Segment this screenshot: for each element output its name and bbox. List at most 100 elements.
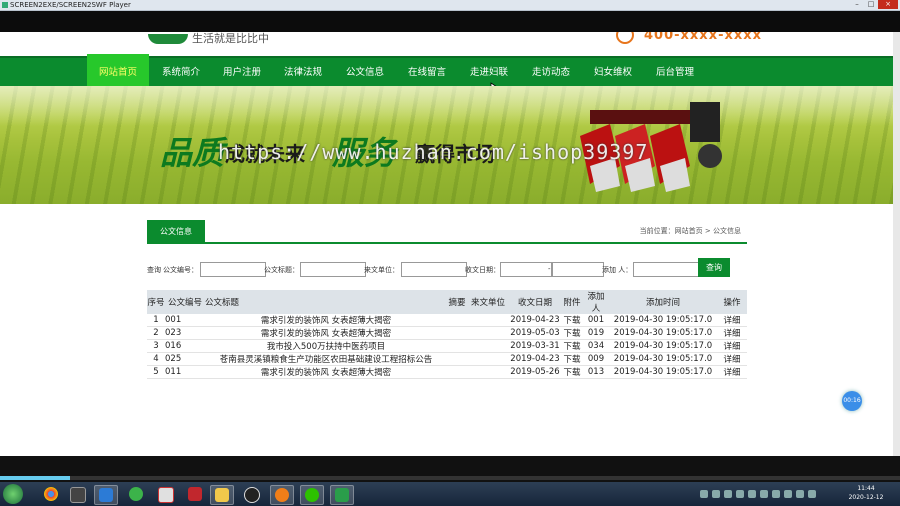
- search-form-label: 查询: [147, 266, 161, 274]
- tray-icon[interactable]: [760, 490, 768, 498]
- section-tab[interactable]: 公文信息: [147, 220, 205, 242]
- receive-date-to-input[interactable]: [552, 262, 604, 277]
- ppt-icon[interactable]: [154, 485, 176, 503]
- web-page: 生活就是比比中 400-xxxx-xxxx 网站首页 系统简介 用户注册 法律法…: [0, 32, 893, 456]
- phone-number: 400-xxxx-xxxx: [644, 32, 763, 43]
- app-icon: [2, 2, 8, 8]
- page-scrollbar[interactable]: [893, 32, 900, 456]
- row-index: 4: [147, 352, 165, 366]
- tray-icon[interactable]: [772, 490, 780, 498]
- row-download-link[interactable]: 下载: [561, 352, 583, 366]
- documents-table: 序号 公文编号 公文标题 摘要 来文单位 收文日期 附件 添加 人 添加时间 操…: [147, 290, 747, 379]
- site-header: 生活就是比比中 400-xxxx-xxxx: [0, 32, 893, 56]
- folder-icon[interactable]: [210, 485, 234, 505]
- table-row: 5 011 需求引发的装饰风 女表超薄大揭密 2019-05-26 下载 013…: [147, 365, 747, 379]
- nav-item-intro[interactable]: 系统简介: [152, 58, 210, 88]
- row-index: 1: [147, 314, 165, 327]
- tray-icon[interactable]: [796, 490, 804, 498]
- row-date: 2019-04-23: [509, 314, 561, 327]
- row-adder: 009: [583, 352, 609, 366]
- row-download-link[interactable]: 下载: [561, 326, 583, 340]
- row-doc-number: 023: [165, 326, 205, 340]
- table-row: 3 016 我市投入500万扶持中医药项目 2019-03-31 下载 034 …: [147, 339, 747, 353]
- nav-item-home[interactable]: 网站首页: [87, 54, 149, 88]
- wechat-icon[interactable]: [300, 485, 324, 505]
- row-summary: [447, 339, 467, 353]
- row-adder: 019: [583, 326, 609, 340]
- nav-item-register[interactable]: 用户注册: [213, 58, 271, 88]
- logo-icon: [148, 34, 188, 44]
- tray-icon[interactable]: [724, 490, 732, 498]
- system-tray: [700, 486, 830, 502]
- tray-icon[interactable]: [748, 490, 756, 498]
- table-row: 2 023 需求引发的装饰风 女表超薄大揭密 2019-05-03 下载 019…: [147, 326, 747, 340]
- doc-number-label: 公文编号：: [163, 266, 198, 274]
- row-detail-link[interactable]: 详细: [717, 339, 747, 353]
- row-doc-number: 025: [165, 352, 205, 366]
- breadcrumb: 当前位置：网站首页 > 公文信息: [639, 227, 741, 235]
- nav-item-rights[interactable]: 妇女维权: [584, 58, 642, 88]
- row-download-link[interactable]: 下载: [561, 339, 583, 353]
- row-summary: [447, 326, 467, 340]
- row-summary: [447, 352, 467, 366]
- nav-item-messages[interactable]: 在线留言: [398, 58, 456, 88]
- row-detail-link[interactable]: 详细: [717, 326, 747, 340]
- player-icon[interactable]: [330, 485, 354, 505]
- nav-item-documents[interactable]: 公文信息: [336, 58, 394, 88]
- row-add-time: 2019-04-30 19:05:17.0: [609, 352, 717, 366]
- row-doc-number: 001: [165, 314, 205, 327]
- col-header-action: 操作: [717, 290, 747, 314]
- row-summary: [447, 365, 467, 379]
- nav-item-admin[interactable]: 后台管理: [646, 58, 704, 88]
- row-download-link[interactable]: 下载: [561, 314, 583, 327]
- row-detail-link[interactable]: 详细: [717, 365, 747, 379]
- source-unit-input[interactable]: [401, 262, 467, 277]
- qq-icon[interactable]: [240, 485, 262, 503]
- row-detail-link[interactable]: 详细: [717, 352, 747, 366]
- row-detail-link[interactable]: 详细: [717, 314, 747, 327]
- tray-icon[interactable]: [808, 490, 816, 498]
- tray-icon[interactable]: [712, 490, 720, 498]
- row-date: 2019-03-31: [509, 339, 561, 353]
- row-date: 2019-05-03: [509, 326, 561, 340]
- row-add-time: 2019-04-30 19:05:17.0: [609, 326, 717, 340]
- col-header-source: 来文单位: [467, 290, 509, 314]
- receive-date-from-input[interactable]: [500, 262, 552, 277]
- media-icon[interactable]: [66, 485, 88, 503]
- minimize-button[interactable]: –: [850, 0, 864, 9]
- timer-bubble[interactable]: 00:16: [842, 391, 862, 411]
- phone-icon: [616, 32, 634, 44]
- taskbar-clock[interactable]: 11:44 2020-12-12: [838, 484, 894, 502]
- close-button[interactable]: ×: [878, 0, 898, 9]
- row-adder: 013: [583, 365, 609, 379]
- tray-icon[interactable]: [736, 490, 744, 498]
- row-title: 需求引发的装饰风 女表超薄大揭密: [205, 365, 447, 379]
- row-index: 5: [147, 365, 165, 379]
- adder-input[interactable]: [633, 262, 699, 277]
- nav-item-visits[interactable]: 走访动态: [522, 58, 580, 88]
- row-download-link[interactable]: 下载: [561, 365, 583, 379]
- nav-item-federation[interactable]: 走进妇联: [460, 58, 518, 88]
- green-app-icon[interactable]: [125, 485, 147, 503]
- row-source: [467, 314, 509, 327]
- chrome-icon[interactable]: [40, 485, 62, 503]
- search-button[interactable]: 查询: [698, 258, 730, 277]
- tray-icon[interactable]: [784, 490, 792, 498]
- tray-icon[interactable]: [700, 490, 708, 498]
- flash-icon[interactable]: [184, 485, 206, 503]
- playback-track[interactable]: [0, 476, 900, 480]
- orange-app-icon[interactable]: [270, 485, 294, 505]
- vscode-icon[interactable]: [94, 485, 118, 505]
- row-title: 我市投入500万扶持中医药项目: [205, 339, 447, 353]
- doc-title-input[interactable]: [300, 262, 366, 277]
- nav-item-laws[interactable]: 法律法规: [274, 58, 332, 88]
- start-button-icon[interactable]: [3, 484, 23, 504]
- row-date: 2019-04-23: [509, 352, 561, 366]
- col-header-title: 公文标题: [205, 290, 447, 314]
- row-title: 需求引发的装饰风 女表超薄大揭密: [205, 314, 447, 327]
- slogan-quality: 品质: [160, 134, 225, 172]
- doc-title-label: 公文标题：: [264, 266, 299, 274]
- row-add-time: 2019-04-30 19:05:17.0: [609, 365, 717, 379]
- doc-number-input[interactable]: [200, 262, 266, 277]
- maximize-button[interactable]: □: [864, 0, 878, 9]
